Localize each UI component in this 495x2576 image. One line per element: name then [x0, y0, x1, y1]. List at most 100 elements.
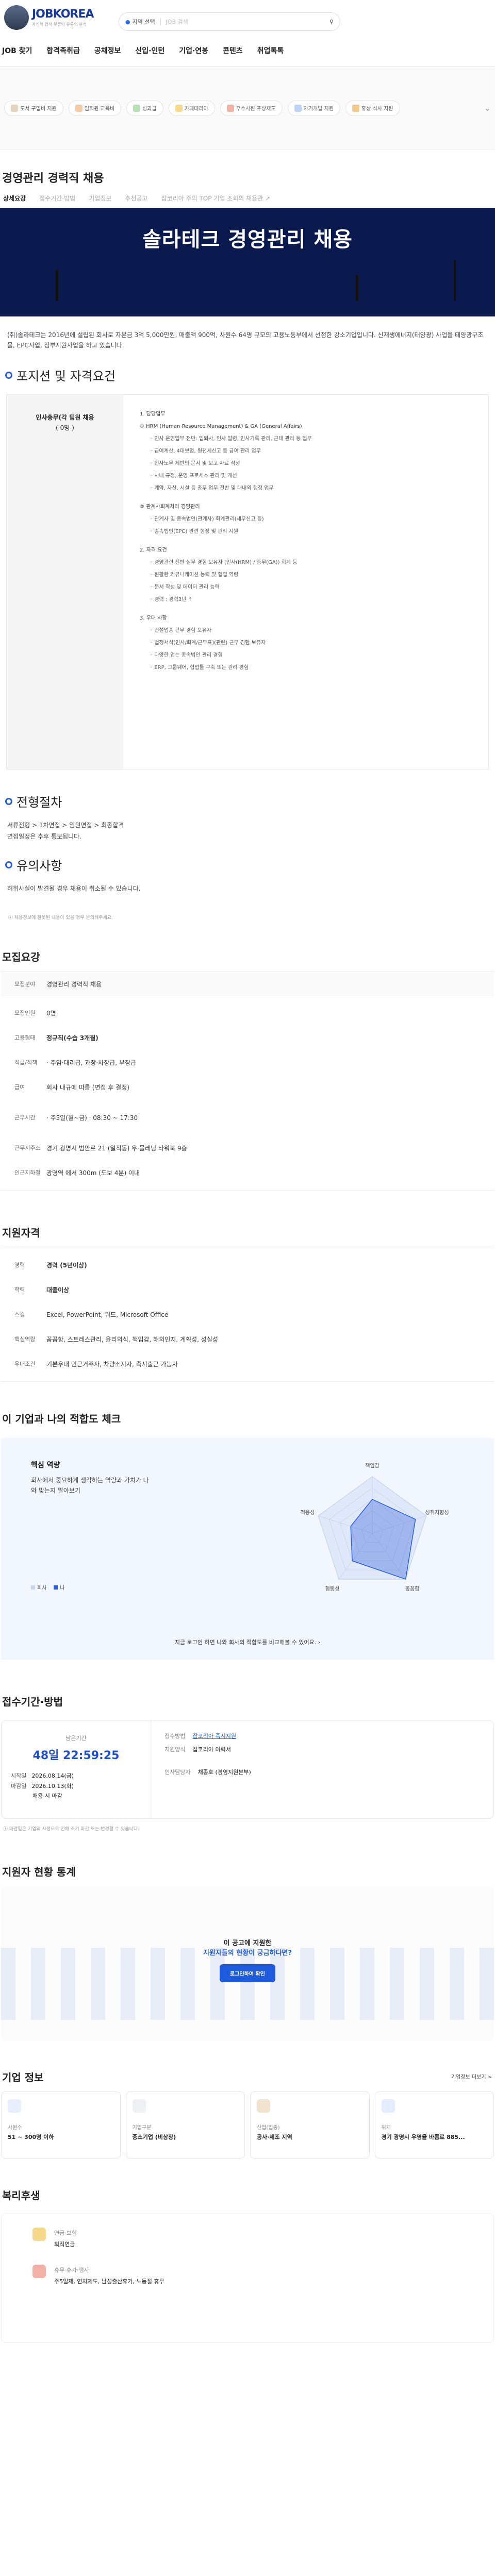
card-value: 51 ~ 300명 이하: [8, 2134, 54, 2140]
row-value: 꼼꼼함, 스트레스관리, 윤리의식, 책임감, 해외인지, 계획성, 성실성: [46, 1335, 218, 1343]
location-select[interactable]: 지역 선택: [133, 18, 155, 26]
detail-line: · 원활한 커뮤니케이션 능력 및 협업 역량: [151, 572, 239, 578]
row-value: Excel, PowerPoint, 워드, Microsoft Office: [46, 1311, 169, 1318]
detail-line: · 경력 : 경력3년 ↑: [151, 597, 193, 603]
tab-recommend[interactable]: 추천공고: [125, 194, 147, 207]
end-label: 마감일: [11, 1783, 27, 1789]
detail-line: · 인사노무 제반의 문서 및 보고 자료 작성: [151, 461, 240, 466]
tab-top-company[interactable]: 잡코리아 주의 TOP 기업 조회의 채용관 ↗: [161, 194, 271, 207]
education-icon: [75, 104, 82, 112]
nav-item-talk[interactable]: 취업톡톡: [257, 45, 284, 56]
notice-heading: 유의사항: [0, 856, 495, 874]
benefit-chips: 도서 구입비 지원 임직원 교육비 성과급 카페테리아 우수사원 포상제도 자기…: [0, 67, 495, 149]
tab-detail[interactable]: 상세요강: [3, 194, 26, 209]
row-value: 기본우대 인근거주자, 차량소지자, 즉시출근 가능자: [46, 1360, 178, 1368]
disclaimer: ⓘ 채용정보에 잘못된 내용이 있을 경우 문의해주세요.: [0, 894, 495, 941]
nav-item-pass[interactable]: 합격족취급: [46, 45, 79, 56]
chip-cafeteria[interactable]: 카페테리아: [168, 100, 215, 116]
row-key: 직급/직책: [14, 1059, 38, 1066]
detail-line: 3. 우대 사항: [140, 615, 167, 621]
location-pin-icon: ●: [125, 18, 130, 25]
detail-line: · 법정서식(인사/회계/근무표)(관련) 근무 경험 보유자: [151, 640, 266, 646]
search-icon[interactable]: ⚲: [329, 19, 334, 25]
nav-item-job[interactable]: JOB 찾기: [2, 45, 32, 56]
fit-title: 이 기업과 나의 적합도 체크: [2, 1413, 121, 1425]
start-row: 시작일 2026.08.14(금): [11, 1771, 141, 1781]
row-key: 인사담당자: [164, 1769, 191, 1776]
row-value: 경영관리 경력직 채용: [46, 980, 102, 988]
chip-selfdev[interactable]: 자기개발 지원: [287, 100, 340, 116]
card-value: 중소기업 (비상장): [132, 2134, 176, 2140]
process-body: 서류전형 > 1차면접 > 임원면접 > 최종합격 면접일정은 추후 통보됩니다…: [0, 810, 495, 842]
legend-swatch: [54, 1585, 58, 1590]
apply-title: 접수기간·방법: [2, 1696, 63, 1708]
search-bar[interactable]: ● 지역 선택 JOB 검색 ⚲: [119, 12, 340, 31]
table-row: 직급/직책 · 주임·대리급, 과장·차장급, 부장급: [1, 1050, 494, 1075]
award-icon: [226, 104, 234, 112]
company-intro: (취)솔라테크는 2016년에 설립된 회사로 자본금 3억 5,000만원, …: [7, 331, 484, 349]
building-icon: [132, 2099, 146, 2113]
position-heading: 포지션 및 자격요건: [0, 366, 495, 384]
tab-company[interactable]: 기업정보: [89, 194, 111, 207]
ring-icon: [5, 861, 12, 868]
end-row: 마감일 2026.10.13(화): [11, 1781, 141, 1792]
benefit-key: 연금·보험: [54, 2230, 77, 2236]
row-key: 학력: [14, 1286, 25, 1293]
money-icon: [133, 104, 141, 112]
table-row: 모집인원 0명: [1, 1000, 494, 1025]
logo[interactable]: JOBKOREA 자신의 업적 분류와 유통의 분석: [4, 5, 94, 30]
tab-apply[interactable]: 접수기간·방법: [39, 194, 75, 207]
hero-decoration: [454, 260, 456, 301]
chevron-down-icon[interactable]: ⌄: [484, 103, 491, 113]
row-key: 우대조건: [14, 1361, 36, 1367]
nav-item-content[interactable]: 콘텐츠: [223, 45, 243, 56]
cafeteria-icon: [175, 104, 183, 112]
chip-award[interactable]: 우수사원 포상제도: [220, 100, 283, 116]
main-nav: JOB 찾기 합격족취급 공채정보 신입·인턴 기업·연봉 콘텐츠 취업톡톡: [0, 45, 284, 56]
chip-book[interactable]: 도서 구입비 지원: [4, 100, 63, 116]
ring-icon: [5, 371, 12, 379]
detail-line: · 계약, 자산, 시설 등 총무 업무 전반 및 대내외 행정 업무: [151, 486, 274, 491]
chip-label: 우수사원 포상제도: [236, 106, 276, 112]
chip-meal[interactable]: 휴상 식사 지원: [345, 100, 400, 116]
apply-period: 남은기간 48일 22:59:25 시작일 2026.08.14(금) 마감일 20…: [2, 1720, 151, 1818]
apply-link[interactable]: 잡코리아 즉시지원: [192, 1730, 236, 1743]
row-key: 모집인원: [14, 1010, 36, 1016]
card-key: 기업구분: [132, 2125, 152, 2131]
row-key: 인근지하철: [14, 1169, 41, 1176]
detail-line: · 사내 규정, 운영 프로세스 관리 및 개선: [151, 473, 237, 479]
table-row: 핵심역량 꼼꼼함, 스트레스관리, 윤리의식, 책임감, 해외인지, 계획성, 성…: [1, 1327, 494, 1351]
logo-text: JOBKOREA: [32, 8, 94, 21]
chip-edu[interactable]: 임직원 교육비: [68, 100, 122, 116]
company-more-link[interactable]: 기업정보 더보기 >: [451, 2072, 492, 2080]
radar-category-label: 꼼꼼함: [405, 1586, 420, 1592]
login-button[interactable]: 로그인하여 확인: [220, 1964, 275, 1982]
row-value[interactable]: 정규직(수습 3개월): [46, 1033, 98, 1042]
search-input[interactable]: JOB 검색: [166, 18, 329, 26]
table-row: 학력 대졸이상: [1, 1277, 494, 1302]
company-cards: 사원수 51 ~ 300명 이하 기업구분 중소기업 (비상장) 산업(업종) 공사·…: [0, 2092, 495, 2159]
detail-line: ① HRM (Human Resource Management) & GA (…: [140, 424, 302, 429]
chip-label: 도서 구입비 지원: [20, 106, 57, 112]
search-divider: [160, 18, 161, 25]
end-note: 채용 시 마감: [32, 1793, 62, 1799]
detail-tabs: 상세요강 접수기간·방법 기업정보 추천공고 잡코리아 주의 TOP 기업 조회…: [0, 192, 495, 209]
chip-bonus[interactable]: 성과급: [126, 100, 163, 116]
fit-login-text[interactable]: 지금 로그인 하면 나와 회사의 적합도를 비교해볼 수 있어요. ›: [1, 1638, 494, 1646]
table-row: 스킬 Excel, PowerPoint, 워드, Microsoft Offic…: [1, 1302, 494, 1327]
row-key: 스킬: [14, 1311, 25, 1318]
apply-note-text: 마감일은 기업의 사정으로 인해 조기 마감 또는 변경될 수 있습니다.: [9, 1827, 140, 1832]
login-text: 지금 로그인 하면 나와 회사의 적합도를 비교해볼 수 있어요.: [174, 1639, 317, 1646]
nav-item-recruit[interactable]: 공채정보: [94, 45, 121, 56]
radar-category-label: 협동성: [325, 1585, 340, 1592]
row-key: 핵심역량: [14, 1336, 36, 1343]
row-key: 근무시간: [14, 1114, 36, 1121]
apply-box: 남은기간 48일 22:59:25 시작일 2026.08.14(금) 마감일 20…: [1, 1720, 494, 1819]
table-row: 근무지주소 경기 광명시 범안로 21 (일직동) 우·몰레닝 타워북 9층: [1, 1135, 494, 1160]
nav-item-company[interactable]: 기업·연봉: [179, 45, 208, 56]
row-value: 경력 (5년이상): [46, 1261, 87, 1269]
company-title: 기업 정보: [2, 2071, 44, 2084]
detail-line: 1. 담당업무: [140, 411, 166, 417]
nav-item-intern[interactable]: 신입·인턴: [135, 45, 164, 56]
detail-line: · 종속법인(EPC) 관련 행정 및 관리 지원: [151, 529, 238, 534]
